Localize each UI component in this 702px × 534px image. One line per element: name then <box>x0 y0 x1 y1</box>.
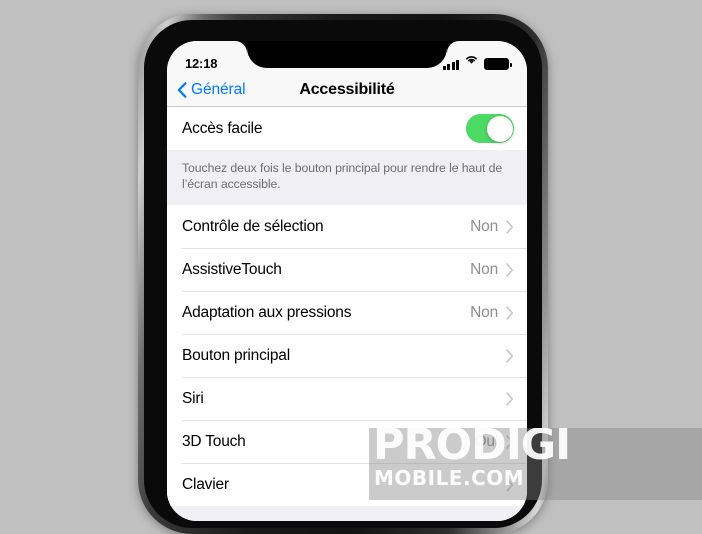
row-label: Adaptation aux pressions <box>182 303 352 321</box>
phone-screen: 12:18 Général Accessibilité Accès facile… <box>167 41 527 521</box>
chevron-right-icon <box>506 220 514 234</box>
settings-section-interaction: Contrôle de sélection Non AssistiveTouch… <box>167 205 527 507</box>
row-value: Oui <box>474 432 498 450</box>
section-footnote: Touchez deux fois le bouton principal po… <box>167 150 527 206</box>
row-label: Clavier <box>182 475 229 493</box>
footnote-text: Touchez deux fois le bouton principal po… <box>182 161 503 192</box>
notch-corner-right <box>447 41 459 53</box>
row-assistivetouch[interactable]: AssistiveTouch Non <box>167 248 527 292</box>
row-label: Bouton principal <box>182 346 290 364</box>
settings-section-reachability: Accès facile <box>167 107 527 150</box>
chevron-right-icon <box>506 306 514 320</box>
phone-bezel: 12:18 Général Accessibilité Accès facile… <box>144 20 542 528</box>
row-value: Non <box>470 260 498 278</box>
row-controle-de-selection[interactable]: Contrôle de sélection Non <box>167 205 527 249</box>
battery-icon <box>484 58 512 70</box>
reachability-toggle[interactable] <box>466 114 514 143</box>
row-value: Non <box>470 217 498 235</box>
cellular-signal-icon <box>442 59 459 70</box>
chevron-right-icon <box>506 263 514 277</box>
chevron-left-icon <box>177 81 187 98</box>
row-label: Siri <box>182 389 204 407</box>
row-label: AssistiveTouch <box>182 260 282 278</box>
chevron-right-icon <box>506 392 514 406</box>
chevron-right-icon <box>506 349 514 363</box>
row-adaptation-aux-pressions[interactable]: Adaptation aux pressions Non <box>167 291 527 335</box>
row-siri[interactable]: Siri <box>167 377 527 421</box>
chevron-right-icon <box>506 435 514 449</box>
row-value: Non <box>470 303 498 321</box>
row-label: Contrôle de sélection <box>182 217 324 235</box>
phone-device-frame: 12:18 Général Accessibilité Accès facile… <box>138 14 548 534</box>
notch-corner-left <box>235 41 247 53</box>
row-acces-facile[interactable]: Accès facile <box>167 107 527 150</box>
wifi-icon <box>464 52 479 70</box>
back-button-label: Général <box>191 80 246 98</box>
status-bar-icons <box>442 52 512 70</box>
row-label: Accès facile <box>182 119 263 137</box>
back-button[interactable]: Général <box>167 80 246 99</box>
status-bar-time: 12:18 <box>185 56 218 71</box>
row-3d-touch[interactable]: 3D Touch Oui <box>167 420 527 464</box>
row-label: 3D Touch <box>182 432 246 450</box>
device-notch <box>247 41 447 68</box>
toggle-knob <box>486 115 513 142</box>
navigation-bar: Général Accessibilité <box>167 73 527 107</box>
settings-list[interactable]: Accès facile Touchez deux fois le bouton… <box>167 107 527 521</box>
chevron-right-icon <box>506 478 514 492</box>
row-bouton-principal[interactable]: Bouton principal <box>167 334 527 378</box>
